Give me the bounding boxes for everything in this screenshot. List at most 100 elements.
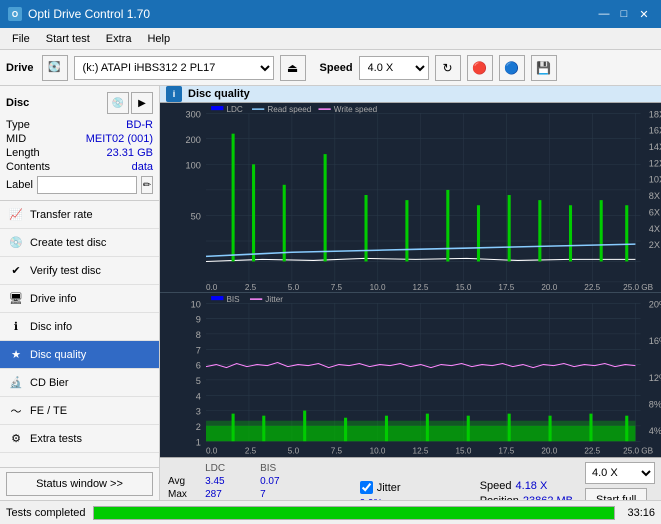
speed-select[interactable]: 4.0 X [359,56,429,80]
svg-text:8: 8 [196,330,201,340]
toolbar: Drive 💽 (k:) ATAPI iHBS312 2 PL17 ⏏ Spee… [0,50,661,86]
svg-text:18X: 18X [649,109,661,119]
drive-label: Drive [6,62,34,74]
svg-text:7.5: 7.5 [331,283,343,292]
svg-text:3: 3 [196,407,201,417]
svg-text:5: 5 [196,376,201,386]
position-key: Position [480,495,519,500]
refresh-button[interactable]: ↻ [435,55,461,81]
svg-text:10.0: 10.0 [370,283,386,292]
bottom-chart-svg: 10 9 8 7 6 5 4 3 2 1 20% 16% 12% 8% 4% 0… [160,293,661,457]
svg-text:0.0: 0.0 [206,283,218,292]
start-buttons-section: 4.0 X Start full Start part [579,458,661,500]
type-label: Type [6,119,30,131]
sidebar-item-cd-bier[interactable]: 🔬 CD Bier [0,369,159,397]
drive-info-label: Drive info [30,293,76,305]
sidebar-item-disc-info[interactable]: ℹ Disc info [0,313,159,341]
svg-text:Read speed: Read speed [267,105,311,114]
mid-label: MID [6,133,26,145]
disc-icon-btn2[interactable]: ▶ [131,92,153,114]
drive-select[interactable]: (k:) ATAPI iHBS312 2 PL17 [74,56,274,80]
svg-text:200: 200 [186,135,201,145]
svg-text:20.0: 20.0 [541,447,557,456]
svg-text:5.0: 5.0 [288,283,300,292]
max-ldc-value: 287 [205,488,260,500]
svg-text:17.5: 17.5 [498,447,514,456]
progress-container [93,506,615,520]
ldc-col-header: LDC [205,462,260,475]
titlebar-controls: — □ ✕ [595,5,653,23]
titlebar-title: O Opti Drive Control 1.70 [8,7,150,21]
svg-text:20%: 20% [649,299,661,309]
drive-icon-btn[interactable]: 💽 [42,55,68,81]
sidebar-item-create-test-disc[interactable]: 💿 Create test disc [0,229,159,257]
menu-extra[interactable]: Extra [98,31,140,47]
svg-text:4%: 4% [649,426,661,436]
progress-bar [94,507,614,519]
disc-quality-title: Disc quality [188,88,250,100]
sidebar-item-verify-test-disc[interactable]: ✔ Verify test disc [0,257,159,285]
disc-section-title: Disc [6,97,29,109]
svg-text:8X: 8X [649,191,660,201]
svg-text:4: 4 [196,391,201,401]
extra-tests-label: Extra tests [30,433,82,445]
disc-icon-btn1[interactable]: 💿 [107,92,129,114]
svg-text:15.0: 15.0 [455,283,471,292]
svg-text:8%: 8% [649,400,661,410]
transfer-rate-icon: 📈 [8,207,24,223]
svg-text:2: 2 [196,422,201,432]
settings-button1[interactable]: 🔴 [467,55,493,81]
svg-text:12.5: 12.5 [413,283,429,292]
svg-text:9: 9 [196,315,201,325]
sidebar-item-extra-tests[interactable]: ⚙ Extra tests [0,425,159,453]
close-button[interactable]: ✕ [635,5,653,23]
status-window-button[interactable]: Status window >> [6,472,153,496]
svg-text:100: 100 [186,160,201,170]
bottom-chart: 10 9 8 7 6 5 4 3 2 1 20% 16% 12% 8% 4% 0… [160,293,661,457]
sidebar-item-drive-info[interactable]: 🖥 Drive info [0,285,159,313]
svg-text:2X: 2X [649,240,660,250]
stats-panel: LDC BIS Avg 3.45 0.07 Max 287 7 [160,457,661,500]
svg-text:22.5: 22.5 [584,447,600,456]
svg-text:20.0: 20.0 [541,283,557,292]
fe-te-icon: 〜 [8,403,24,419]
svg-text:300: 300 [186,109,201,119]
sidebar-item-transfer-rate[interactable]: 📈 Transfer rate [0,201,159,229]
top-chart: 300 200 100 50 18X 16X 14X 12X 10X 8X 6X… [160,103,661,293]
svg-text:1: 1 [196,437,201,447]
speed-value: 4.18 X [516,480,548,492]
save-button[interactable]: 💾 [531,55,557,81]
svg-text:10.0: 10.0 [370,447,386,456]
svg-text:12X: 12X [649,158,661,168]
svg-text:25.0 GB: 25.0 GB [623,283,653,292]
svg-text:4X: 4X [649,224,660,234]
bis-col-header: BIS [260,462,304,475]
main-layout: Disc 💿 ▶ Type BD-R MID MEIT02 (001) Leng… [0,86,661,500]
avg-row-label: Avg [168,475,205,488]
sidebar-item-disc-quality[interactable]: ★ Disc quality [0,341,159,369]
avg-ldc-value: 3.45 [205,475,260,488]
label-input[interactable] [37,176,137,194]
jitter-checkbox[interactable] [360,481,373,494]
jitter-speed-section: Jitter 9.9% 11.5% [354,458,474,500]
speed-select2[interactable]: 4.0 X [585,462,655,484]
sidebar-item-fe-te[interactable]: 〜 FE / TE [0,397,159,425]
eject-button[interactable]: ⏏ [280,55,306,81]
label-edit-btn[interactable]: ✏ [141,176,153,194]
mid-value: MEIT02 (001) [86,133,153,145]
transfer-rate-label: Transfer rate [30,209,93,221]
menu-help[interactable]: Help [139,31,178,47]
svg-text:LDC: LDC [226,105,242,114]
max-bis-value: 7 [260,488,304,500]
app-title: Opti Drive Control 1.70 [28,7,150,21]
svg-text:16%: 16% [649,336,661,346]
start-full-button[interactable]: Start full [585,488,647,500]
svg-text:5.0: 5.0 [288,447,300,456]
menu-file[interactable]: File [4,31,38,47]
settings-button2[interactable]: 🔵 [499,55,525,81]
svg-text:16X: 16X [649,126,661,136]
maximize-button[interactable]: □ [615,5,633,23]
svg-text:22.5: 22.5 [584,283,600,292]
minimize-button[interactable]: — [595,5,613,23]
menu-start-test[interactable]: Start test [38,31,98,47]
